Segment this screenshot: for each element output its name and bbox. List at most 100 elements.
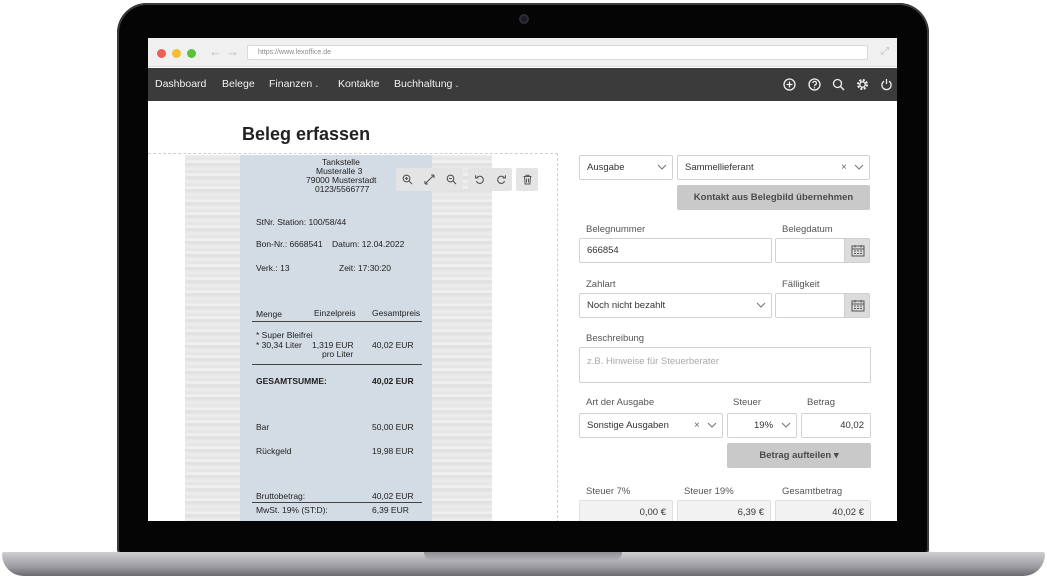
calendar-icon [851,300,865,312]
receipt-col-einzel: Einzelpreis [314,308,356,318]
receipt-brutto-value: 40,02 EUR [372,491,414,501]
gesamt-label: Gesamtbetrag [782,486,843,497]
nav-item-dashboard[interactable]: Dashboard [155,68,206,101]
chevron-down-icon [707,422,717,428]
beschreibung-label: Beschreibung [586,333,645,344]
nav-item-finanzen[interactable]: Finanzen ⌄ [269,68,319,101]
contact-select[interactable]: Sammellieferant × [677,155,870,180]
gesamt-field: 40,02 € [775,500,871,521]
receipt-bar-label: Bar [256,422,270,432]
help-icon[interactable] [808,78,821,91]
fullscreen-icon [424,174,435,185]
art-select[interactable]: Sonstige Ausgaben × [579,413,723,438]
belegdatum-label: Belegdatum [782,224,833,235]
faelligkeit-calendar-button[interactable] [844,293,870,318]
zoom-out-button[interactable] [440,168,463,191]
trash-icon [523,174,532,185]
receipt-item-qty: * 30,34 Liter [256,340,302,350]
faelligkeit-label: Fälligkeit [782,279,820,290]
belegnummer-input[interactable]: 666854 [579,238,772,263]
url-bar[interactable]: https://www.lexoffice.de [247,45,868,60]
betrag-input[interactable]: 40,02 [801,413,871,438]
receipt-mwst-label: MwSt. 19% (ST:D): [256,505,328,515]
clear-contact-icon[interactable]: × [841,156,847,179]
app-navbar: Dashboard Belege Finanzen ⌄ Kontakte Buch… [148,68,897,101]
rotate-right-icon [497,175,506,184]
rotate-tool-group [468,168,512,191]
zoom-in-button[interactable] [396,168,419,191]
nav-item-buchhaltung[interactable]: Buchhaltung ⌄ [394,68,459,101]
nav-label: Buchhaltung [394,78,453,90]
clear-art-icon[interactable]: × [694,414,700,437]
close-window-button[interactable] [157,49,166,58]
receipt-divider [252,364,422,365]
receipt-divider [252,321,422,322]
delete-tool-group [516,168,538,191]
receipt-col-gesamt: Gesamtpreis [372,308,421,318]
rotate-left-button[interactable] [468,168,491,191]
search-icon[interactable] [832,78,845,91]
power-icon[interactable] [880,78,893,91]
webcam-icon [519,14,529,24]
gear-icon[interactable] [856,78,869,91]
belegnummer-value: 666854 [587,245,619,256]
steuer7-value: 0,00 € [639,507,666,518]
zoom-tool-group [396,168,463,191]
receipt-station: StNr. Station: 100/58/44 [256,217,347,227]
receipt-mwst-value: 6,39 EUR [372,505,409,515]
betrag-value: 40,02 [840,420,864,431]
zahlart-select[interactable]: Noch nicht bezahlt [579,293,772,318]
rotate-left-icon [475,175,484,184]
betrag-label: Betrag [807,397,835,408]
steuer7-field: 0,00 € [579,500,673,521]
receipt-item-name: * Super Bleifrei [256,330,313,340]
nav-label: Finanzen [269,78,313,90]
receipt-brutto-label: Bruttobetrag: [256,491,306,501]
receipt-datum: Datum: 12.04.2022 [332,239,405,249]
belegdatum-input[interactable] [775,238,845,263]
receipt-image: Tankstelle Musteralle 3 79000 Musterstad… [240,155,432,521]
chevron-down-icon [781,422,791,428]
belegnummer-label: Belegnummer [586,224,646,235]
page-title: Beleg erfassen [242,124,371,144]
beschreibung-input[interactable]: z.B. Hinweise für Steuerberater [579,347,871,383]
expand-icon[interactable]: ⤢ [881,47,889,57]
back-arrow-icon[interactable]: ← [209,45,222,59]
steuer-value: 19% [754,420,774,431]
forward-arrow-icon[interactable]: → [226,45,239,59]
art-label: Art der Ausgabe [586,397,655,408]
nav-label: Kontakte [338,78,380,90]
steuer-select[interactable]: 19% [727,413,797,438]
receipt-sum-label: GESAMTSUMME: [256,376,327,386]
type-select[interactable]: Ausgabe [579,155,673,180]
fullscreen-button[interactable] [418,168,441,191]
nav-item-kontakte[interactable]: Kontakte [338,68,379,101]
contact-from-image-button[interactable]: Kontakt aus Belegbild übernehmen [677,185,870,210]
art-value: Sonstige Ausgaben [587,420,669,431]
rotate-right-button[interactable] [490,168,513,191]
plus-circle-icon[interactable] [783,78,796,91]
belegdatum-calendar-button[interactable] [844,238,870,263]
nav-item-belege[interactable]: Belege [222,68,255,101]
delete-button[interactable] [516,168,539,191]
steuer-label: Steuer [733,397,761,408]
receipt-item-total: 40,02 EUR [372,340,414,350]
contact-select-value: Sammellieferant [685,162,754,173]
faelligkeit-input[interactable] [775,293,845,318]
receipt-zeit: Zeit: 17:30:20 [339,263,391,273]
receipt-bon: Bon-Nr.: 6668541 [256,239,323,249]
beschreibung-placeholder: z.B. Hinweise für Steuerberater [587,356,720,367]
zoom-out-icon [446,174,457,185]
betrag-aufteilen-button[interactable]: Betrag aufteilen ▾ [727,443,871,468]
nav-label: Dashboard [155,78,207,90]
maximize-window-button[interactable] [187,49,196,58]
browser-chrome: ← → https://www.lexoffice.de ⤢ [148,38,897,67]
receipt-verk: Verk.: 13 [256,263,290,273]
zahlart-value: Noch nicht bezahlt [587,300,666,311]
steuer19-label: Steuer 19% [684,486,734,497]
receipt-divider [252,502,422,503]
chevron-down-icon: ⌄ [454,83,460,89]
type-select-value: Ausgabe [587,162,625,173]
nav-label: Belege [222,78,255,90]
minimize-window-button[interactable] [172,49,181,58]
